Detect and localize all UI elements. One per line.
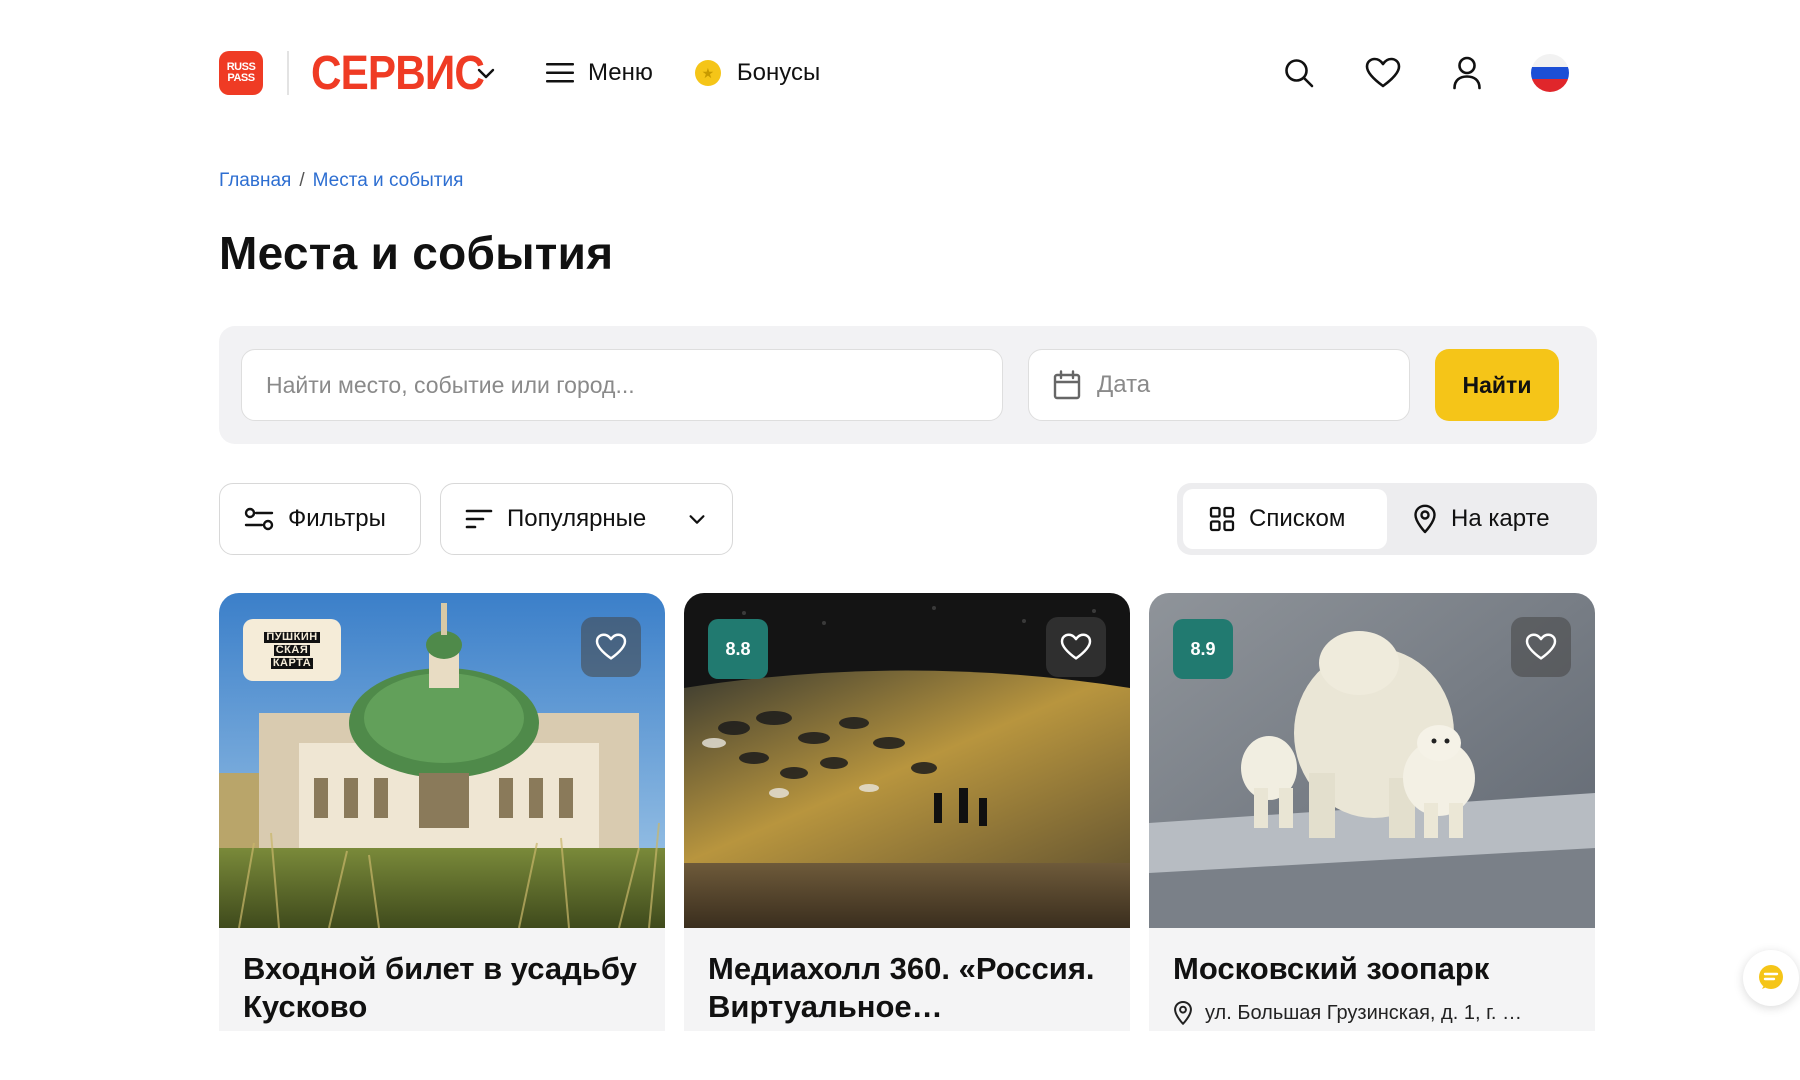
find-button[interactable]: Найти (1435, 349, 1559, 421)
card-title[interactable]: Медиахолл 360. «Россия. Виртуальное… (708, 950, 1106, 1026)
card-body: Медиахолл 360. «Россия. Виртуальное… (684, 928, 1130, 1026)
russpass-logo[interactable]: RUSS PASS (219, 51, 263, 95)
event-card[interactable]: 8.9 Московский зоопарк ул. Большая Грузи… (1149, 593, 1595, 1031)
favorite-heart-icon[interactable] (1511, 617, 1571, 677)
filters-button[interactable]: Фильтры (219, 483, 421, 555)
card-title[interactable]: Входной билет в усадьбу Кусково (243, 950, 641, 1026)
menu-label: Меню (588, 59, 653, 86)
card-image-zoo: 8.9 (1149, 593, 1595, 928)
filters-sliders-icon (244, 507, 274, 531)
cards-grid: ПУШКИН СКАЯ КАРТА Входной билет в усадьб… (219, 593, 1597, 1031)
pushkin-card-badge: ПУШКИН СКАЯ КАРТА (243, 619, 341, 681)
filter-row: Фильтры Популярные Списком На карте (219, 482, 1597, 556)
view-list-option[interactable]: Списком (1183, 489, 1387, 549)
chat-support-button[interactable] (1743, 950, 1799, 1006)
header-actions (1279, 53, 1597, 93)
hamburger-icon (546, 63, 574, 83)
card-body: Входной билет в усадьбу Кусково (219, 928, 665, 1026)
search-icon[interactable] (1279, 53, 1319, 93)
bonus-coin-icon: ★ (694, 60, 721, 86)
chevron-down-icon (689, 515, 705, 524)
sort-lines-icon (465, 509, 493, 529)
breadcrumb-current-link[interactable]: Места и события (313, 170, 464, 192)
filters-label: Фильтры (288, 505, 386, 532)
breadcrumb-home-link[interactable]: Главная (219, 170, 291, 192)
calendar-icon (1053, 370, 1081, 400)
rating-badge: 8.8 (708, 619, 768, 679)
page-title: Места и события (219, 227, 614, 279)
view-map-label: На карте (1451, 505, 1550, 532)
search-bar: Дата Найти (219, 326, 1597, 444)
view-toggle: Списком На карте (1177, 483, 1597, 555)
location-pin-icon (1174, 1001, 1192, 1025)
card-address: ул. Большая Грузинская, д. 1, г. … (1173, 1000, 1571, 1026)
date-placeholder: Дата (1097, 371, 1151, 398)
page: RUSS PASS СЕРВИС Меню ★ Бонусы Главная /… (202, 0, 1614, 1080)
breadcrumb-separator: / (299, 170, 305, 191)
event-card[interactable]: ПУШКИН СКАЯ КАРТА Входной билет в усадьб… (219, 593, 665, 1031)
title-section: Главная / Места и события Места и событи… (202, 146, 1614, 306)
menu-button[interactable]: Меню (546, 59, 653, 87)
chat-bubble-icon (1759, 965, 1783, 989)
card-image-kuskovo: ПУШКИН СКАЯ КАРТА (219, 593, 665, 928)
favorites-heart-icon[interactable] (1363, 53, 1403, 93)
site-header: RUSS PASS СЕРВИС Меню ★ Бонусы (202, 0, 1614, 146)
grid-icon (1209, 506, 1235, 532)
language-russia-flag-icon[interactable] (1531, 54, 1569, 92)
sort-label: Популярные (507, 505, 647, 532)
date-field[interactable]: Дата (1028, 349, 1410, 421)
favorite-heart-icon[interactable] (581, 617, 641, 677)
card-title[interactable]: Московский зоопарк (1173, 950, 1571, 988)
bonus-label: Бонусы (736, 59, 821, 86)
map-pin-icon (1414, 504, 1436, 534)
view-map-option[interactable]: На карте (1387, 489, 1576, 549)
profile-user-icon[interactable] (1447, 53, 1487, 93)
rating-badge: 8.9 (1173, 619, 1233, 679)
favorite-heart-icon[interactable] (1046, 617, 1106, 677)
search-input[interactable] (241, 349, 1003, 421)
event-card[interactable]: 8.8 Медиахолл 360. «Россия. Виртуальное… (684, 593, 1130, 1031)
view-list-label: Списком (1249, 505, 1346, 532)
logo-divider (287, 51, 289, 95)
card-image-mediahall: 8.8 (684, 593, 1130, 928)
brand-title[interactable]: СЕРВИС (311, 46, 485, 101)
card-body: Московский зоопарк ул. Большая Грузинска… (1149, 928, 1595, 1026)
breadcrumb: Главная / Места и события (219, 170, 1614, 192)
sort-dropdown[interactable]: Популярные (440, 483, 733, 555)
bonus-button[interactable]: ★ Бонусы (694, 59, 821, 87)
address-text: ул. Большая Грузинская, д. 1, г. … (1205, 1001, 1523, 1024)
